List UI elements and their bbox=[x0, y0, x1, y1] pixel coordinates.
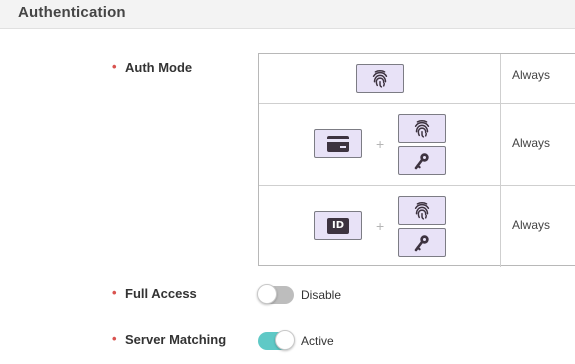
card-icon bbox=[314, 129, 362, 158]
auth-mode-row[interactable]: ID + Always bbox=[259, 185, 575, 267]
fingerprint-icon bbox=[398, 196, 446, 225]
auth-mode-credentials bbox=[259, 54, 501, 103]
auth-mode-table: Always + Always ID + Always bbox=[258, 53, 575, 267]
section-title: Authentication bbox=[18, 4, 126, 21]
required-marker: • bbox=[112, 59, 117, 74]
server-matching-toggle[interactable] bbox=[258, 330, 295, 350]
id-icon: ID bbox=[314, 211, 362, 240]
fingerprint-icon bbox=[356, 64, 404, 93]
fingerprint-icon bbox=[398, 114, 446, 143]
full-access-label: • Full Access bbox=[112, 285, 197, 301]
auth-mode-credentials: ID + bbox=[259, 186, 501, 267]
auth-mode-row[interactable]: Always bbox=[259, 54, 575, 103]
auth-mode-credentials: + bbox=[259, 104, 501, 185]
section-header: Authentication bbox=[0, 0, 575, 29]
server-matching-label: • Server Matching bbox=[112, 331, 227, 347]
full-access-state: Disable bbox=[301, 288, 342, 302]
plus-icon: + bbox=[376, 136, 385, 152]
full-access-toggle[interactable] bbox=[257, 284, 294, 304]
server-matching-state: Active bbox=[301, 334, 334, 348]
pin-key-icon bbox=[398, 228, 446, 257]
auth-mode-schedule: Always bbox=[512, 136, 551, 150]
toggle-knob bbox=[275, 330, 295, 350]
plus-icon: + bbox=[376, 218, 385, 234]
auth-mode-label: • Auth Mode bbox=[112, 59, 193, 75]
auth-mode-row[interactable]: + Always bbox=[259, 103, 575, 185]
auth-mode-schedule: Always bbox=[512, 68, 551, 82]
required-marker: • bbox=[112, 331, 117, 346]
pin-key-icon bbox=[398, 146, 446, 175]
required-marker: • bbox=[112, 285, 117, 300]
auth-mode-schedule: Always bbox=[512, 218, 551, 232]
toggle-knob bbox=[257, 284, 277, 304]
